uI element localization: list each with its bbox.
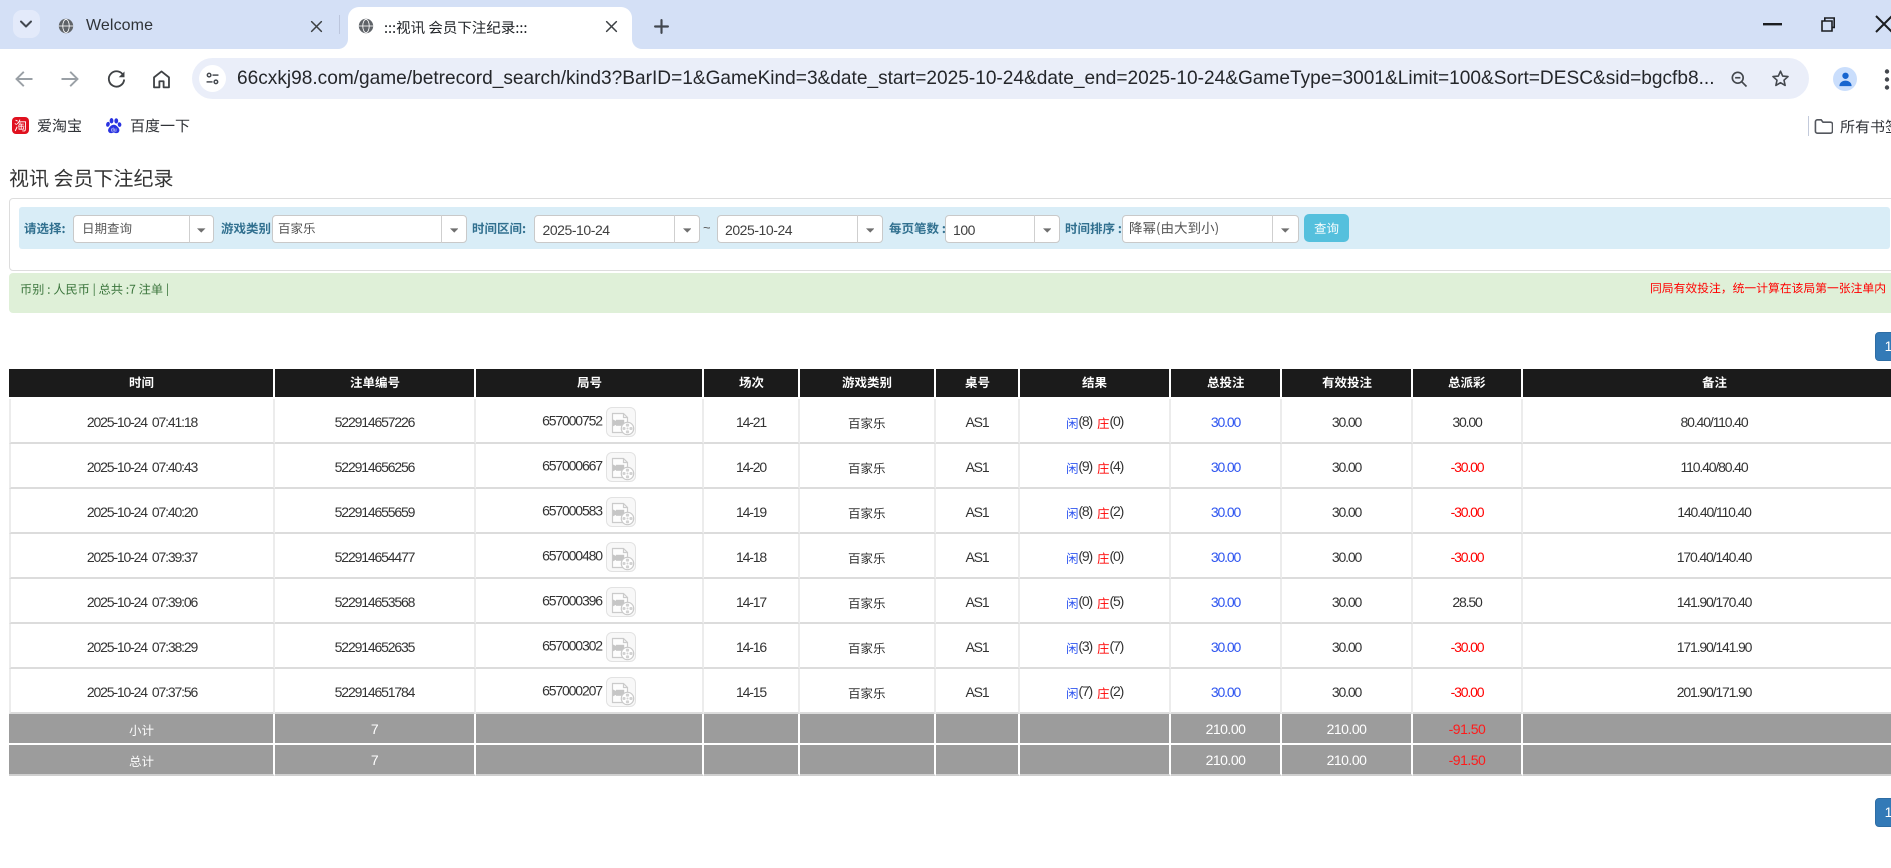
svg-text:du: du xyxy=(111,127,117,133)
